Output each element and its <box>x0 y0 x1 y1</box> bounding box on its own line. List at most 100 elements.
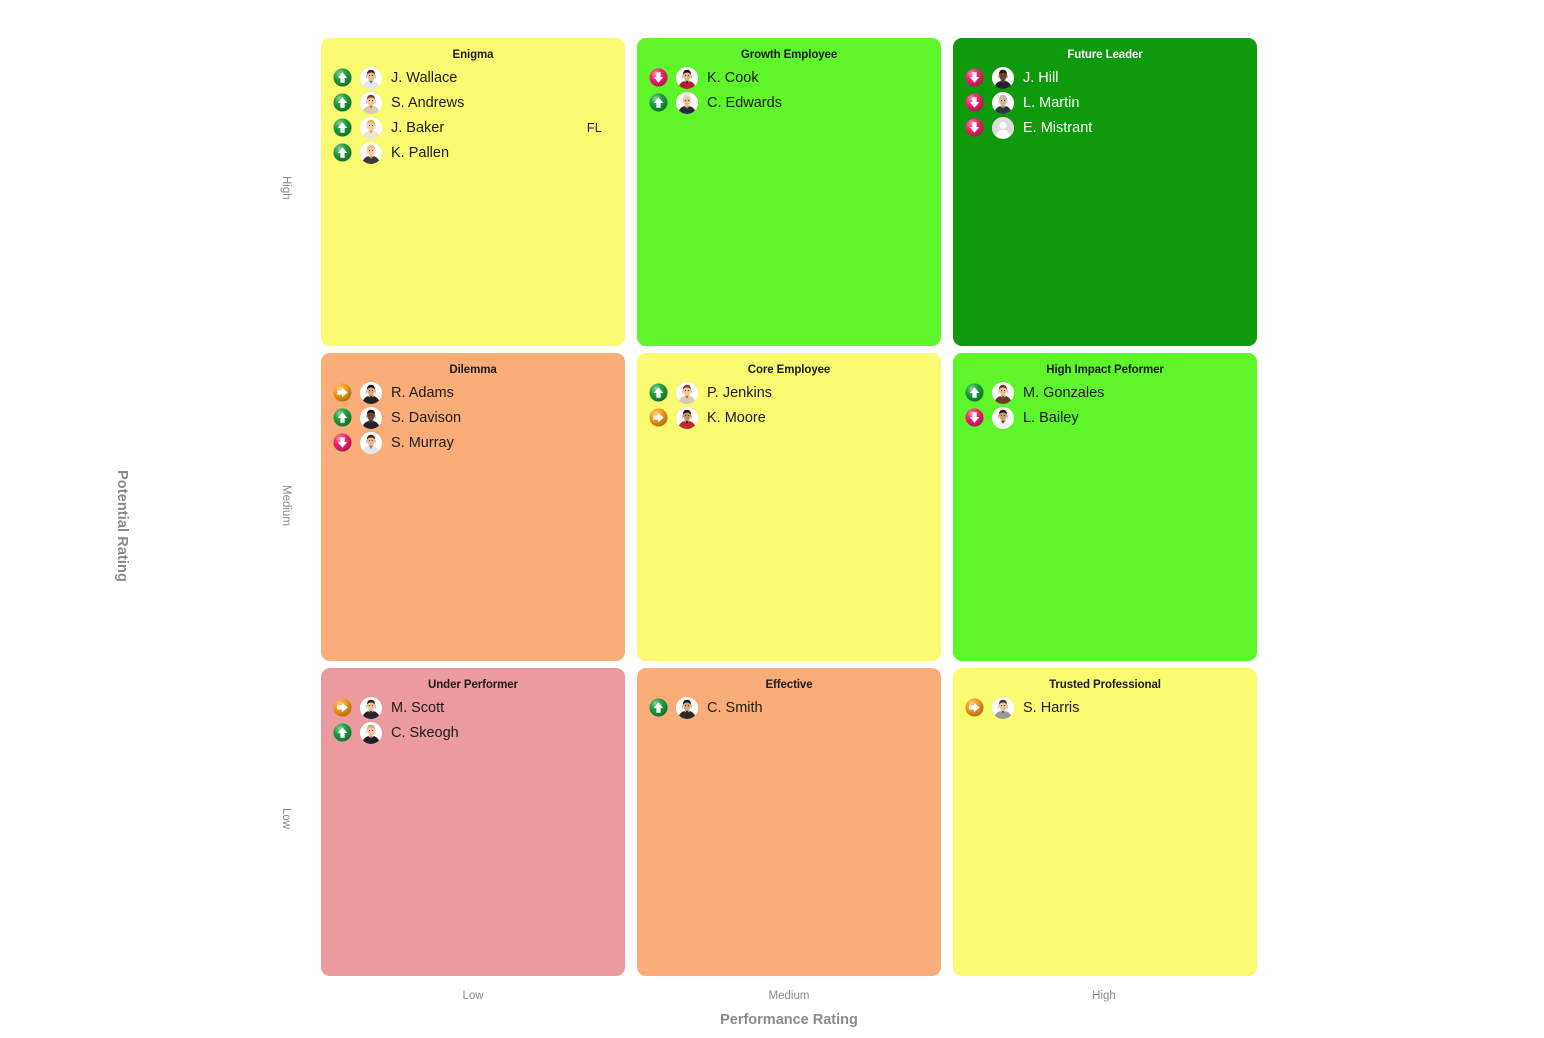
cell-title: Under Performer <box>428 679 518 691</box>
employee-name[interactable]: J. Baker <box>391 120 444 136</box>
employee-name[interactable]: M. Scott <box>391 700 444 716</box>
employee-row[interactable]: P. Jenkins <box>649 380 931 405</box>
employee-row[interactable]: J. Hill <box>965 65 1247 90</box>
employee-row[interactable]: L. Martin <box>965 90 1247 115</box>
employee-row[interactable]: C. Edwards <box>649 90 931 115</box>
employee-name[interactable]: S. Andrews <box>391 95 464 111</box>
matrix-cell-core-employee[interactable]: Core Employee P. Jenkins K. Moore <box>637 353 941 661</box>
matrix-cell-trusted-professional[interactable]: Trusted Professional S. Harris <box>953 668 1257 976</box>
employee-row[interactable]: J. Wallace <box>333 65 615 90</box>
employee-list: M. Scott C. Skeogh <box>331 695 615 745</box>
employee-row[interactable]: S. Davison <box>333 405 615 430</box>
avatar[interactable] <box>676 91 698 114</box>
avatar[interactable] <box>360 721 382 744</box>
avatar[interactable] <box>360 66 382 89</box>
employee-row[interactable]: K. Cook <box>649 65 931 90</box>
employee-row[interactable]: J. Baker FL <box>333 115 615 140</box>
employee-name[interactable]: S. Davison <box>391 410 461 426</box>
employee-name[interactable]: P. Jenkins <box>707 385 772 401</box>
employee-name[interactable]: L. Bailey <box>1023 410 1079 426</box>
avatar[interactable] <box>360 141 382 164</box>
nine-box-talent-matrix: Potential Rating High Medium Low Enigma J… <box>0 0 1544 1038</box>
cell-title: Effective <box>765 679 813 691</box>
employee-row[interactable]: S. Andrews <box>333 90 615 115</box>
x-axis-tick-high: High <box>1092 990 1116 1002</box>
avatar[interactable] <box>360 91 382 114</box>
employee-name[interactable]: K. Moore <box>707 410 766 426</box>
arrow-down-icon[interactable] <box>965 408 984 427</box>
employee-row[interactable]: E. Mistrant <box>965 115 1247 140</box>
employee-name[interactable]: E. Mistrant <box>1023 120 1092 136</box>
avatar[interactable] <box>676 381 698 404</box>
employee-name[interactable]: C. Edwards <box>707 95 782 111</box>
avatar[interactable] <box>676 406 698 429</box>
matrix-cell-effective[interactable]: Effective C. Smith <box>637 668 941 976</box>
arrow-down-icon[interactable] <box>649 68 668 87</box>
avatar[interactable] <box>360 696 382 719</box>
arrow-up-icon[interactable] <box>333 143 352 162</box>
avatar[interactable] <box>992 91 1014 114</box>
avatar[interactable] <box>992 406 1014 429</box>
employee-row[interactable]: S. Murray <box>333 430 615 455</box>
arrow-up-icon[interactable] <box>649 93 668 112</box>
employee-row[interactable]: M. Scott <box>333 695 615 720</box>
employee-row[interactable]: C. Smith <box>649 695 931 720</box>
arrow-up-icon[interactable] <box>649 698 668 717</box>
avatar[interactable] <box>676 696 698 719</box>
employee-row[interactable]: C. Skeogh <box>333 720 615 745</box>
arrow-down-icon[interactable] <box>965 68 984 87</box>
avatar[interactable] <box>360 116 382 139</box>
cell-title: Enigma <box>452 49 494 61</box>
avatar[interactable] <box>992 696 1014 719</box>
y-axis-tick-low: Low <box>280 808 292 830</box>
employee-name[interactable]: C. Smith <box>707 700 763 716</box>
arrow-up-icon[interactable] <box>965 383 984 402</box>
employee-row[interactable]: S. Harris <box>965 695 1247 720</box>
arrow-right-icon[interactable] <box>649 408 668 427</box>
employee-name[interactable]: J. Hill <box>1023 70 1058 86</box>
matrix-cell-future-leader[interactable]: Future Leader J. Hill L. Martin E. Mistrant <box>953 38 1257 346</box>
arrow-up-icon[interactable] <box>333 68 352 87</box>
employee-name[interactable]: L. Martin <box>1023 95 1079 111</box>
matrix-cell-dilemma[interactable]: Dilemma R. Adams S. Davison S. Murray <box>321 353 625 661</box>
employee-name[interactable]: J. Wallace <box>391 70 457 86</box>
employee-name[interactable]: S. Harris <box>1023 700 1079 716</box>
matrix-cell-under-performer[interactable]: Under Performer M. Scott C. Skeogh <box>321 668 625 976</box>
avatar[interactable] <box>992 116 1014 139</box>
arrow-up-icon[interactable] <box>333 723 352 742</box>
arrow-up-icon[interactable] <box>333 408 352 427</box>
arrow-down-icon[interactable] <box>333 433 352 452</box>
arrow-right-icon[interactable] <box>333 383 352 402</box>
arrow-up-icon[interactable] <box>649 383 668 402</box>
avatar[interactable] <box>676 66 698 89</box>
employee-row[interactable]: K. Pallen <box>333 140 615 165</box>
arrow-down-icon[interactable] <box>965 118 984 137</box>
arrow-right-icon[interactable] <box>965 698 984 717</box>
employee-name[interactable]: C. Skeogh <box>391 725 459 741</box>
employee-row[interactable]: K. Moore <box>649 405 931 430</box>
matrix-cell-growth-employee[interactable]: Growth Employee K. Cook C. Edwards <box>637 38 941 346</box>
employee-name[interactable]: K. Cook <box>707 70 759 86</box>
employee-row[interactable]: L. Bailey <box>965 405 1247 430</box>
employee-name[interactable]: M. Gonzales <box>1023 385 1104 401</box>
avatar[interactable] <box>360 406 382 429</box>
employee-name[interactable]: K. Pallen <box>391 145 449 161</box>
employee-name[interactable]: S. Murray <box>391 435 454 451</box>
matrix-cell-enigma[interactable]: Enigma J. Wallace S. Andrews J. Baker FL K. P… <box>321 38 625 346</box>
arrow-up-icon[interactable] <box>333 93 352 112</box>
matrix-cell-high-impact-performer[interactable]: High Impact Peformer M. Gonzales L. Bailey <box>953 353 1257 661</box>
employee-name[interactable]: R. Adams <box>391 385 454 401</box>
x-axis-tick-low: Low <box>462 990 484 1002</box>
avatar[interactable] <box>360 381 382 404</box>
x-axis-title: Performance Rating <box>720 1012 858 1028</box>
arrow-up-icon[interactable] <box>333 118 352 137</box>
avatar[interactable] <box>992 66 1014 89</box>
arrow-down-icon[interactable] <box>965 93 984 112</box>
avatar[interactable] <box>360 431 382 454</box>
employee-row[interactable]: M. Gonzales <box>965 380 1247 405</box>
avatar[interactable] <box>992 381 1014 404</box>
arrow-right-icon[interactable] <box>333 698 352 717</box>
employee-list: P. Jenkins K. Moore <box>647 380 931 430</box>
employee-row[interactable]: R. Adams <box>333 380 615 405</box>
matrix-grid: Enigma J. Wallace S. Andrews J. Baker FL K. P… <box>321 38 1257 976</box>
